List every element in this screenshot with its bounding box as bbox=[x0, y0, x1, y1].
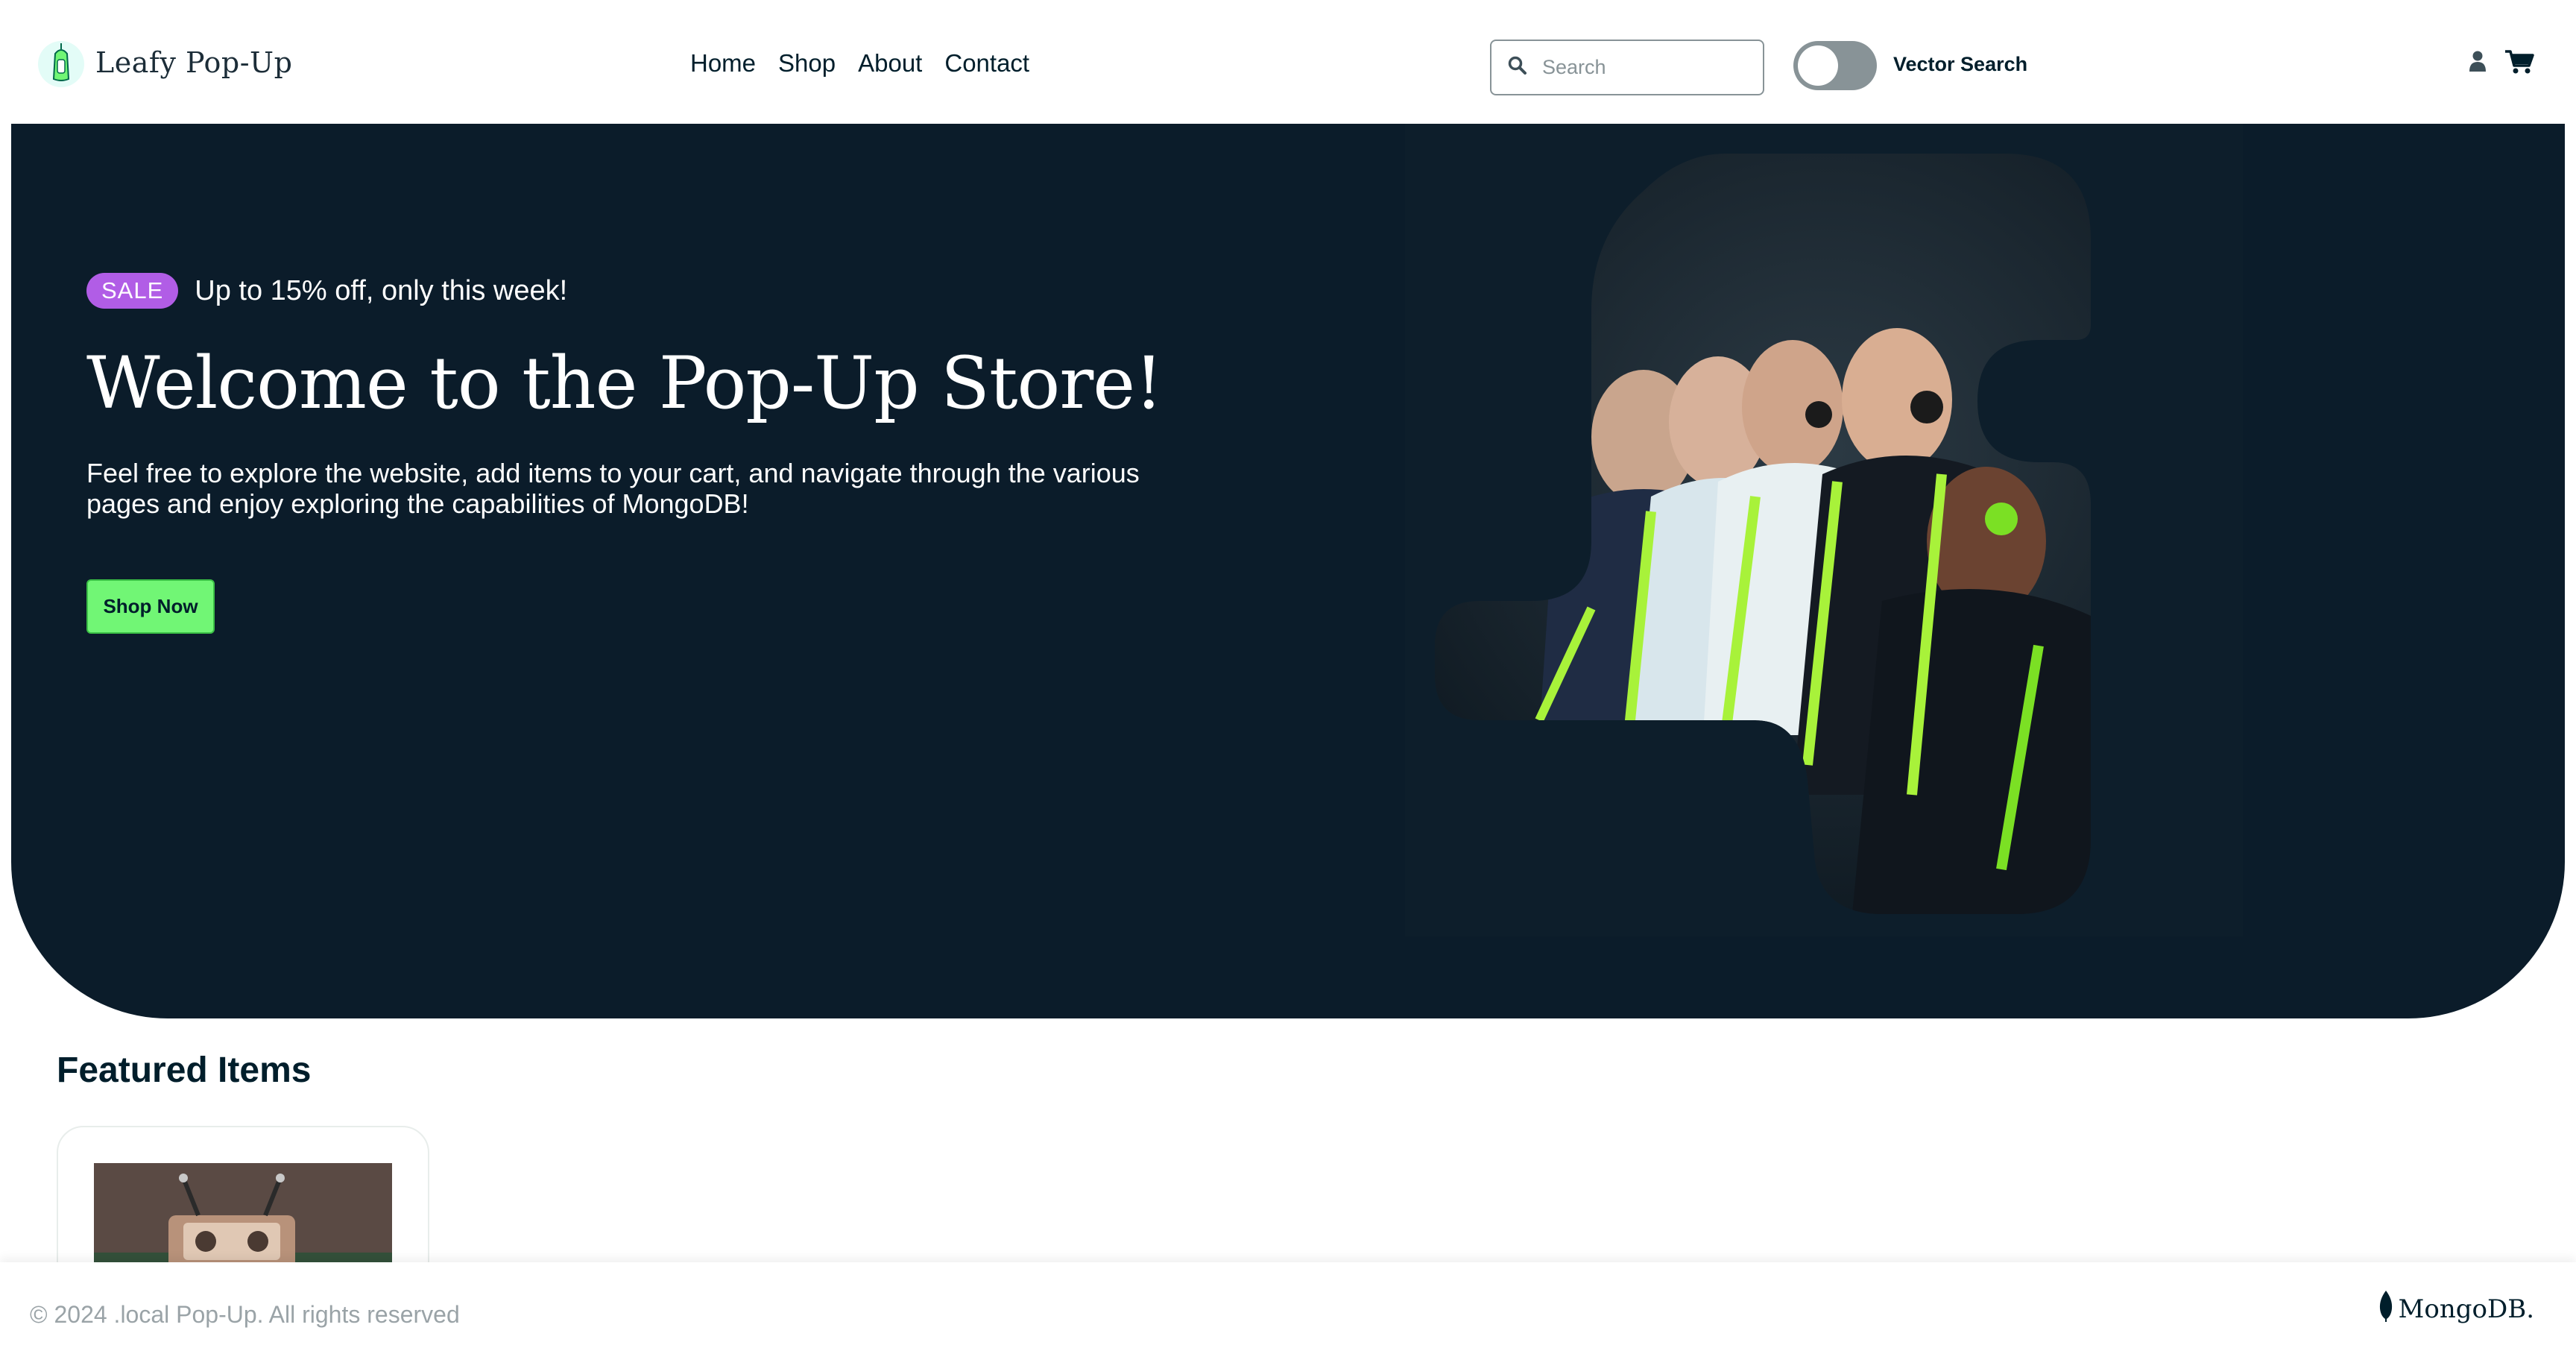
mongodb-logo[interactable]: MongoDB. bbox=[2378, 1289, 2534, 1329]
brand-logo[interactable]: Leafy Pop-Up bbox=[37, 37, 292, 88]
nav-home[interactable]: Home bbox=[690, 49, 756, 78]
search-icon bbox=[1508, 56, 1527, 79]
vector-search-label: Vector Search bbox=[1893, 53, 2028, 75]
nav-contact[interactable]: Contact bbox=[944, 49, 1029, 78]
mongodb-wordmark: MongoDB. bbox=[2398, 1294, 2534, 1324]
search-input[interactable] bbox=[1542, 56, 1751, 79]
shop-now-button[interactable]: Shop Now bbox=[86, 579, 215, 634]
brand-name: Leafy Pop-Up bbox=[95, 46, 293, 79]
search-box[interactable] bbox=[1490, 40, 1764, 95]
hero-description: Feel free to explore the website, add it… bbox=[86, 458, 1140, 519]
main-nav: Home Shop About Contact bbox=[690, 49, 1029, 78]
user-icon[interactable] bbox=[2468, 50, 2487, 72]
cart-icon[interactable] bbox=[2504, 49, 2534, 75]
site-header: Leafy Pop-Up Home Shop About Contact Vec… bbox=[0, 0, 2576, 124]
mongodb-leaf-icon bbox=[2378, 1289, 2394, 1329]
hero-title: Welcome to the Pop-Up Store! bbox=[86, 341, 1164, 425]
hero-banner: SALE Up to 15% off, only this week! Welc… bbox=[11, 124, 2565, 1018]
vector-search-toggle[interactable] bbox=[1793, 41, 1877, 90]
page: Leafy Pop-Up Home Shop About Contact Vec… bbox=[0, 0, 2576, 1348]
nav-shop[interactable]: Shop bbox=[778, 49, 836, 78]
leaf-lantern-icon bbox=[37, 37, 85, 88]
sale-announcement: SALE Up to 15% off, only this week! bbox=[86, 273, 567, 309]
hero-audience-photo bbox=[1405, 124, 2243, 936]
sale-text: Up to 15% off, only this week! bbox=[195, 274, 568, 306]
copyright-text: © 2024 .local Pop-Up. All rights reserve… bbox=[30, 1301, 460, 1328]
featured-items-heading: Featured Items bbox=[57, 1051, 312, 1090]
site-footer: © 2024 .local Pop-Up. All rights reserve… bbox=[0, 1262, 2576, 1348]
nav-about[interactable]: About bbox=[858, 49, 922, 78]
toggle-knob bbox=[1798, 45, 1838, 86]
sale-badge: SALE bbox=[86, 273, 179, 309]
